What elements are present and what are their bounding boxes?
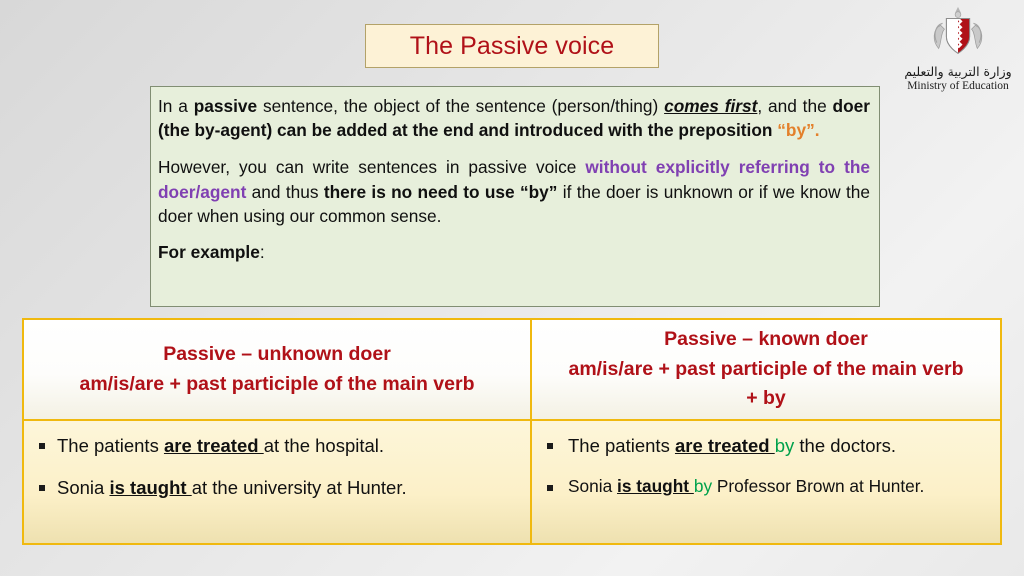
p1-seg-by: “by”. (777, 120, 820, 141)
explanation-paragraph-1: In a passive sentence, the object of the… (158, 94, 870, 142)
example-after: at the hospital. (263, 435, 385, 456)
bahrain-coat-of-arms-icon (929, 4, 987, 62)
table-cell-unknown-doer-examples: The patients are treated at the hospital… (24, 421, 532, 543)
for-example-colon: : (259, 242, 265, 263)
table-header-row: Passive – unknown doer am/is/are + past … (24, 320, 1000, 421)
example-after: at the university at Hunter. (191, 477, 407, 499)
p1-seg-4: , and the (757, 96, 833, 116)
p2-seg-0: However, you can write sentences in pass… (158, 157, 586, 178)
slide-title-box: The Passive voice (365, 24, 659, 68)
header-line: Passive – unknown doer (163, 342, 391, 365)
passive-voice-comparison-table: Passive – unknown doer am/is/are + past … (22, 318, 1002, 545)
example-by: by (774, 435, 795, 456)
example-after: Professor Brown at Hunter. (712, 476, 925, 497)
example-after: the doctors. (794, 435, 897, 456)
example-verb: is taught (617, 476, 694, 497)
example-by: by (693, 476, 713, 497)
p2-seg-bold: there is no need to use “by” (323, 181, 558, 202)
header-line: + by (746, 387, 786, 410)
header-line: Passive – known doer (664, 327, 868, 350)
example-before: Sonia (568, 476, 618, 497)
list-item: Sonia is taught by Professor Brown at Hu… (542, 476, 990, 498)
for-example-line: For example: (158, 240, 870, 264)
example-before: The patients (568, 435, 675, 456)
list-item: Sonia is taught at the university at Hun… (34, 476, 520, 499)
header-line: am/is/are + past participle of the main … (79, 372, 475, 395)
ministry-of-education-logo: وزارة التربية والتعليم Ministry of Educa… (902, 4, 1014, 112)
example-before: The patients (57, 435, 164, 456)
list-item: The patients are treated at the hospital… (34, 434, 520, 457)
p1-seg-2: sentence, the object of the sentence (pe… (257, 96, 665, 116)
example-list-known-doer: The patients are treated by the doctors.… (542, 434, 990, 498)
table-header-known-doer: Passive – known doer am/is/are + past pa… (532, 320, 1000, 421)
example-list-unknown-doer: The patients are treated at the hospital… (34, 434, 520, 499)
example-verb: are treated (674, 435, 775, 456)
p1-seg-0: In a (158, 96, 194, 116)
example-verb: are treated (163, 435, 264, 456)
table-header-unknown-doer: Passive – unknown doer am/is/are + past … (24, 320, 532, 421)
for-example-label: For example (158, 242, 260, 263)
header-line: am/is/are + past participle of the main … (568, 357, 964, 380)
example-verb: is taught (109, 477, 192, 499)
p1-seg-1: passive (193, 96, 258, 116)
list-item: The patients are treated by the doctors. (542, 434, 990, 457)
page-title: The Passive voice (409, 31, 615, 60)
logo-arabic-text: وزارة التربية والتعليم (904, 64, 1012, 79)
table-body-row: The patients are treated at the hospital… (24, 421, 1000, 543)
example-before: Sonia (57, 477, 110, 499)
explanation-box: In a passive sentence, the object of the… (150, 86, 880, 307)
logo-english-text: Ministry of Education (907, 80, 1009, 92)
p1-seg-3: comes first (664, 96, 758, 116)
table-cell-known-doer-examples: The patients are treated by the doctors.… (532, 421, 1000, 543)
p2-seg-2: and thus (246, 181, 324, 202)
explanation-paragraph-2: However, you can write sentences in pass… (158, 155, 870, 228)
